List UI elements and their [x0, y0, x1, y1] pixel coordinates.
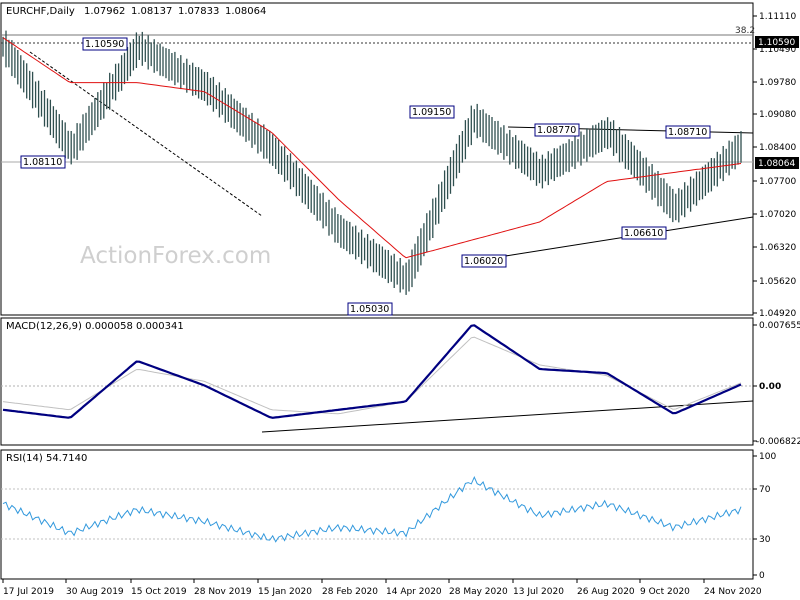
date-tick-label: 30 Aug 2019 [66, 587, 124, 597]
price-tick-label: 1.08400 [759, 143, 796, 153]
price-tick-label: 1.07020 [759, 210, 796, 220]
date-tick-label: 9 Oct 2020 [640, 587, 690, 597]
level-price-label: 1.10590 [758, 38, 795, 48]
rsi-tick-label: 100 [759, 452, 776, 462]
date-tick-label: 15 Oct 2019 [131, 587, 187, 597]
ohlc-open: 1.07962 [84, 6, 125, 17]
rsi-label: RSI(14) 54.7140 [6, 453, 87, 464]
date-tick-label: 17 Jul 2019 [3, 587, 54, 597]
date-tick-label: 15 Jan 2020 [258, 587, 312, 597]
callout-label: 1.09150 [412, 107, 451, 118]
date-tick-label: 28 Nov 2019 [194, 587, 252, 597]
callout-label: 1.08710 [668, 127, 707, 138]
fib-label: 38.2 [735, 26, 755, 36]
watermark: ActionForex.com [80, 243, 271, 269]
ohlc-high: 1.08137 [131, 6, 172, 17]
date-tick-label: 28 Feb 2020 [322, 587, 378, 597]
symbol-label: EURCHF,Daily [6, 6, 75, 17]
date-tick-label: 24 Nov 2020 [704, 587, 762, 597]
ohlc-close: 1.08064 [225, 6, 266, 17]
current-price-label: 1.08064 [758, 159, 795, 169]
price-tick-label: 1.09780 [759, 78, 796, 88]
callout-label: 1.08770 [537, 125, 576, 136]
date-tick-label: 26 Aug 2020 [577, 587, 635, 597]
macd-tick-label: 0.00 [759, 382, 781, 392]
price-tick-label: 1.05620 [759, 277, 796, 287]
macd-label: MACD(12,26,9) 0.000058 0.000341 [6, 321, 184, 332]
price-tick-label: 1.09080 [759, 110, 796, 120]
callout-label: 1.10590 [85, 39, 124, 50]
price-tick-label: 1.06320 [759, 243, 796, 253]
rsi-tick-label: 30 [759, 535, 771, 545]
callout-label: 1.08110 [23, 157, 62, 168]
chart-root: EURCHF,Daily 1.07962 1.08137 1.07833 1.0… [0, 0, 800, 600]
date-tick-label: 14 Apr 2020 [386, 587, 442, 597]
date-tick-label: 13 Jul 2020 [513, 587, 564, 597]
canvas-background [0, 0, 800, 600]
price-tick-label: 1.07700 [759, 177, 796, 187]
price-tick-label: 1.04920 [759, 309, 796, 319]
date-tick-label: 28 May 2020 [449, 587, 508, 597]
rsi-tick-label: 70 [759, 485, 771, 495]
macd-tick-label: -0.006822 [756, 437, 800, 447]
callout-label: 1.05030 [350, 304, 389, 315]
callout-label: 1.06610 [624, 228, 663, 239]
macd-tick-label: 0.007655 [759, 321, 800, 331]
ohlc-low: 1.07833 [178, 6, 219, 17]
price-tick-label: 1.11110 [759, 12, 796, 22]
rsi-tick-label: 0 [759, 571, 765, 581]
callout-label: 1.06020 [464, 256, 503, 267]
